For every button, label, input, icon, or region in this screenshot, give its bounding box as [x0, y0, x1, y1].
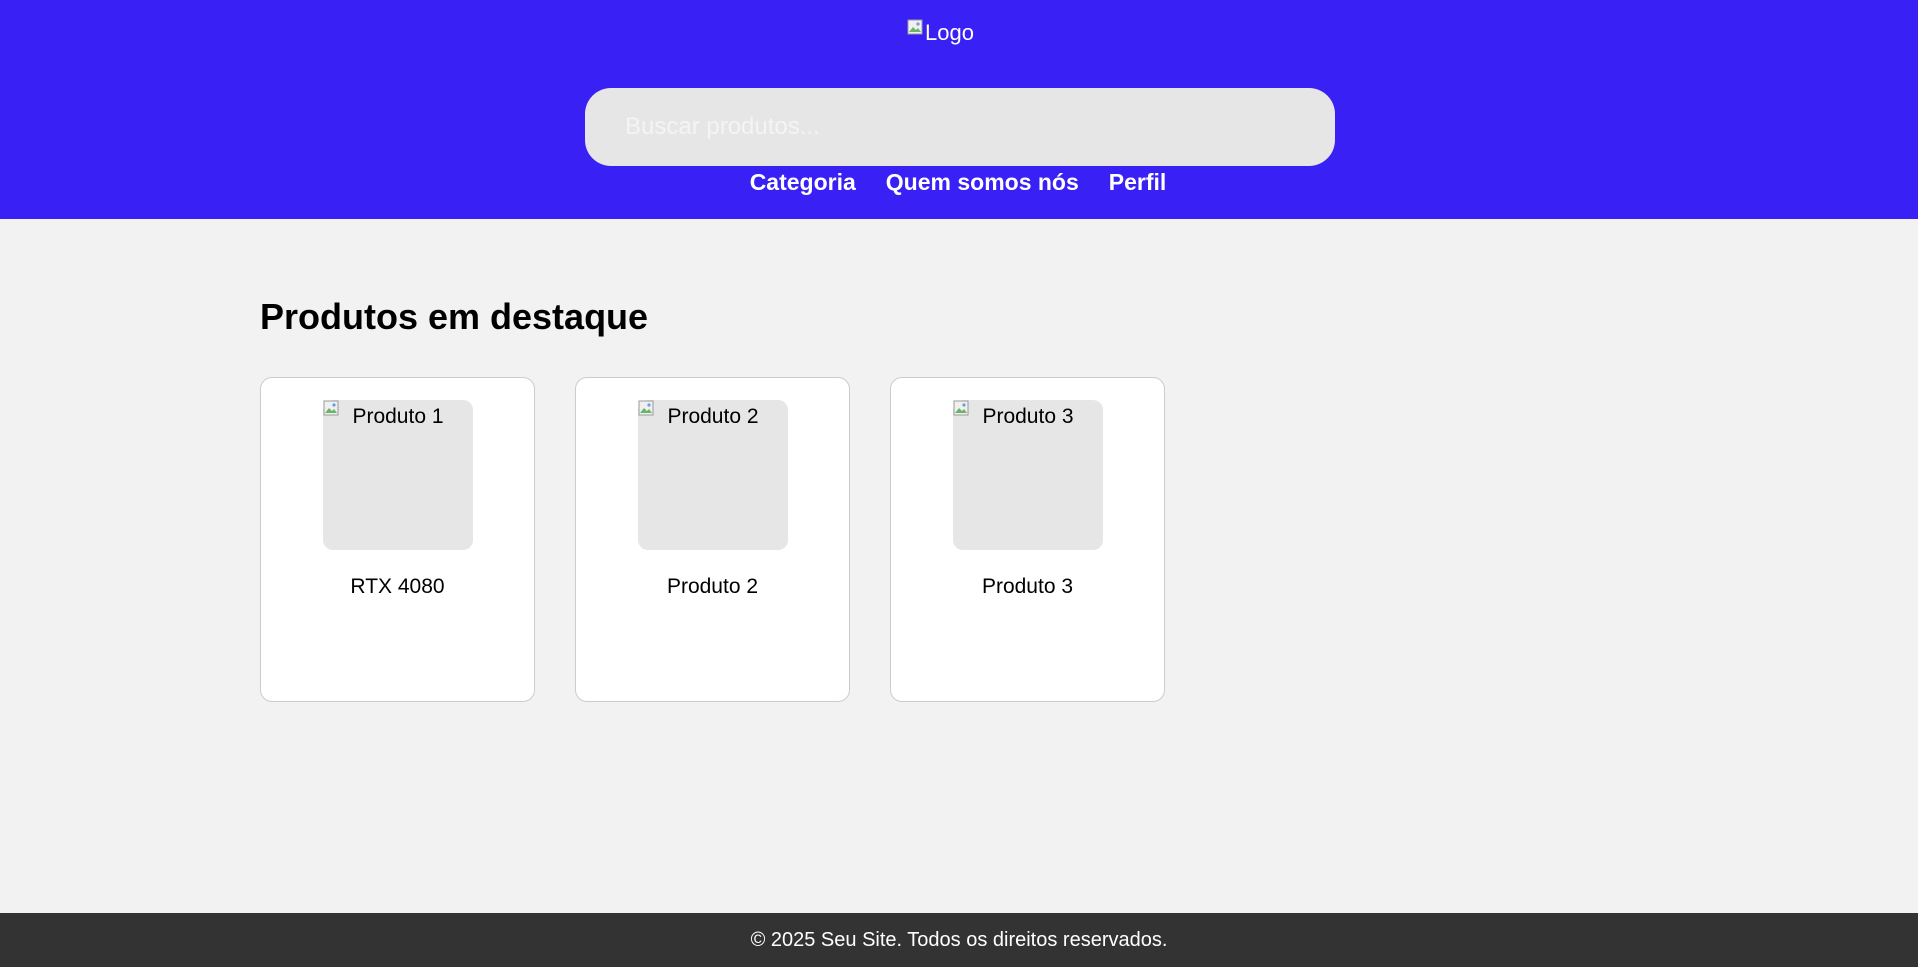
copyright-text: © 2025 Seu Site. Todos os direitos reser…	[750, 928, 1168, 951]
site-footer: © 2025 Seu Site. Todos os direitos reser…	[0, 913, 1918, 967]
search-input[interactable]	[585, 88, 1335, 166]
section-title: Produtos em destaque	[260, 296, 649, 337]
logo[interactable]: Logo	[907, 17, 974, 49]
nav-link-categoria[interactable]: Categoria	[750, 166, 856, 198]
main-nav: Categoria Quem somos nós Perfil	[0, 166, 1918, 198]
broken-image-icon	[323, 400, 339, 416]
product-image[interactable]: Produto 1	[323, 400, 473, 550]
broken-image-icon	[953, 400, 969, 416]
product-card[interactable]: Produto 1 RTX 4080	[260, 377, 535, 702]
product-card[interactable]: Produto 2 Produto 2	[575, 377, 850, 702]
product-name: RTX 4080	[350, 575, 445, 598]
product-image[interactable]: Produto 2	[638, 400, 788, 550]
broken-image-icon	[907, 19, 923, 35]
product-name: Produto 2	[666, 575, 759, 598]
product-image-alt: Produto 2	[667, 405, 759, 428]
logo-alt-text: Logo	[925, 20, 974, 45]
product-image[interactable]: Produto 3	[953, 400, 1103, 550]
nav-link-perfil[interactable]: Perfil	[1109, 166, 1167, 198]
site-header: Logo Categoria Quem somos nós Perfil	[0, 0, 1918, 219]
product-card[interactable]: Produto 3 Produto 3	[890, 377, 1165, 702]
product-image-alt: Produto 3	[982, 405, 1074, 428]
nav-link-quem-somos[interactable]: Quem somos nós	[886, 166, 1079, 198]
product-grid: Produto 1 RTX 4080 Produto 2 Produto 2 P…	[260, 377, 1165, 702]
product-image-alt: Produto 1	[352, 405, 444, 428]
product-name: Produto 3	[981, 575, 1074, 598]
broken-image-icon	[638, 400, 654, 416]
